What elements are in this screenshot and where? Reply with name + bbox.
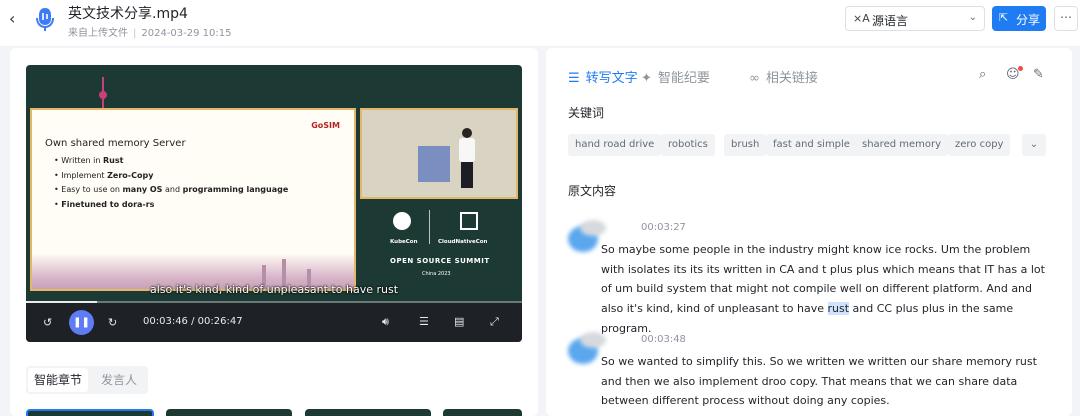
- tab-smart-notes[interactable]: ✦ 智能纪要: [641, 67, 710, 86]
- paragraph-text[interactable]: So we wanted to simplify this. So we wri…: [601, 352, 1051, 411]
- cncf-text: CloudNativeCon: [438, 239, 488, 245]
- rewind-15-icon[interactable]: ↺: [43, 316, 52, 329]
- slide-bullet: • Easy to use on many OS and programming…: [54, 185, 289, 194]
- link-icon: ∞: [749, 71, 760, 86]
- keyword-chip[interactable]: zero copy: [948, 134, 1011, 156]
- keyword-chip[interactable]: brush: [724, 134, 767, 156]
- slide-bullet: • Implement Zero-Copy: [54, 170, 154, 180]
- slide-title: Own shared memory Server: [45, 138, 186, 149]
- cncf-logo: [460, 212, 478, 230]
- kubecon-logo: [393, 212, 411, 230]
- paragraph-text[interactable]: So maybe some people in the industry mig…: [601, 240, 1051, 339]
- chapter-thumbnail[interactable]: [443, 409, 522, 416]
- chevron-down-icon: ⌄: [968, 12, 977, 23]
- event-region-text: China 2023: [422, 271, 451, 277]
- list-icon: ☰: [568, 71, 580, 86]
- forward-15-icon[interactable]: ↻: [108, 316, 117, 329]
- tower-orb: [99, 91, 107, 99]
- file-datetime: 2024-03-29 10:15: [141, 28, 232, 39]
- share-button-label: 分享: [1016, 13, 1041, 27]
- chevron-left-icon[interactable]: ‹: [9, 9, 15, 28]
- slide-bullet: • Finetuned to dora-rs: [54, 199, 155, 209]
- chevron-down-icon[interactable]: ⌄: [1022, 134, 1046, 156]
- avatar: [566, 220, 606, 260]
- speaker-camera: [360, 108, 518, 199]
- video-subtitle: also it's kind, kind of unpleasant to ha…: [149, 283, 399, 296]
- chapter-tabs: 智能章节 发言人: [26, 366, 148, 394]
- edit-icon[interactable]: ✎: [1033, 67, 1044, 82]
- pause-icon[interactable]: ❚❚: [69, 310, 94, 335]
- file-source: 来自上传文件: [68, 28, 128, 39]
- share-button[interactable]: ⇱ 分享: [992, 6, 1046, 31]
- language-select[interactable]: ⨯A 源语言 ⌄: [845, 6, 985, 31]
- playback-time: 00:03:46 / 00:26:47: [143, 316, 243, 327]
- fullscreen-icon[interactable]: ⤢: [490, 315, 499, 329]
- original-content-label: 原文内容: [568, 184, 617, 198]
- slide-bullets: • Written in Rust • Implement Zero-Copy …: [54, 154, 288, 212]
- microphone-icon: [36, 8, 54, 31]
- logo-divider: [429, 210, 430, 244]
- slide-bullet: • Written in Rust: [54, 156, 124, 165]
- chapter-thumbnail[interactable]: [166, 409, 292, 416]
- chapter-thumbnail[interactable]: [26, 409, 154, 416]
- keyword-chip[interactable]: shared memory: [855, 134, 949, 156]
- keyword-chip[interactable]: robotics: [661, 134, 715, 156]
- tab-speakers[interactable]: 发言人: [92, 368, 146, 392]
- highlighted-word: rust: [827, 302, 850, 316]
- tab-related-links[interactable]: ∞ 相关链接: [749, 67, 818, 86]
- transcript-panel: ☰ 转写文字 ✦ 智能纪要 ∞ 相关链接 ⌕ ☺ ✎ 关键词 hand road dr…: [546, 48, 1072, 416]
- video-skyline-background: [26, 65, 356, 108]
- chapter-thumbnail[interactable]: [305, 409, 431, 416]
- translate-icon: ⨯A: [853, 12, 870, 25]
- paragraph-timestamp[interactable]: 00:03:27: [641, 222, 686, 233]
- keyword-chip[interactable]: fast and simple: [766, 134, 857, 156]
- gosim-logo: GoSIM: [311, 121, 340, 130]
- keyword-chip[interactable]: hand road drive: [568, 134, 662, 156]
- video-panel: GoSIM Own shared memory Server • Written…: [10, 48, 538, 416]
- presentation-slide: GoSIM Own shared memory Server • Written…: [30, 108, 356, 291]
- summit-text: OPEN SOURCE SUMMIT: [390, 257, 490, 265]
- file-meta: 来自上传文件 | 2024-03-29 10:15: [68, 24, 232, 39]
- volume-icon[interactable]: 🔊︎: [382, 315, 389, 329]
- share-icon: ⇱: [999, 11, 1009, 24]
- search-icon[interactable]: ⌕: [979, 67, 986, 82]
- kubecon-text: KubeCon: [390, 239, 418, 245]
- caption-icon[interactable]: ▤: [454, 315, 464, 328]
- paragraph-timestamp[interactable]: 00:03:48: [641, 334, 686, 345]
- language-select-value: 源语言: [872, 14, 909, 28]
- event-logos: KubeCon CloudNativeCon OPEN SOURCE SUMMI…: [360, 205, 518, 287]
- keywords-label: 关键词: [568, 106, 605, 120]
- top-bar: ‹ 英文技术分享.mp4 来自上传文件 | 2024-03-29 10:15 ⨯A …: [0, 0, 1080, 46]
- sliders-icon[interactable]: ☰: [419, 315, 429, 328]
- tab-transcript[interactable]: ☰ 转写文字: [568, 67, 638, 86]
- sparkle-icon: ✦: [641, 71, 652, 86]
- notification-dot: [1018, 66, 1023, 71]
- video-controls: ↺ ❚❚ ↻ 00:03:46 / 00:26:47 🔊︎ ☰ ▤ ⤢: [26, 303, 522, 342]
- meta-separator: |: [133, 28, 137, 39]
- tab-chapters[interactable]: 智能章节: [28, 368, 88, 392]
- avatar: [566, 332, 606, 372]
- more-icon[interactable]: ⋯: [1054, 6, 1078, 31]
- stage-screen: [418, 146, 450, 182]
- speaker-figure: [458, 128, 476, 188]
- video-player[interactable]: GoSIM Own shared memory Server • Written…: [26, 65, 522, 342]
- file-title: 英文技术分享.mp4: [68, 6, 188, 22]
